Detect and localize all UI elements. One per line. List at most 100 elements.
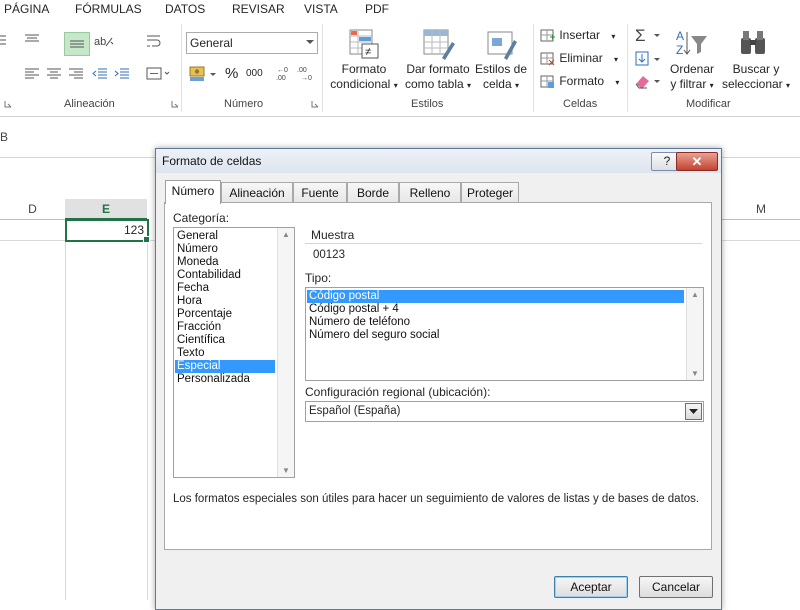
number-format-select[interactable]: General <box>186 32 318 54</box>
decrease-indent-icon[interactable] <box>92 68 108 80</box>
tab-borde[interactable]: Borde <box>347 182 399 203</box>
tab-relleno[interactable]: Relleno <box>399 182 461 203</box>
align-left-icon[interactable] <box>24 68 40 80</box>
type-label: Tipo: <box>305 271 332 285</box>
merge-center-icon[interactable] <box>146 66 170 82</box>
cell-e-active[interactable]: 123 <box>65 219 149 242</box>
cell-styles-button[interactable]: Estilos de celda ▾ <box>474 62 528 93</box>
fill-down-icon[interactable] <box>634 50 662 68</box>
find-select-line2-text: seleccionar <box>721 77 783 91</box>
sigma-icon[interactable]: Σ <box>634 26 662 44</box>
decrease-decimal-icon[interactable]: .00→0 <box>297 64 315 82</box>
insert-button[interactable]: Insertar ▾ <box>540 28 615 44</box>
tab-vista[interactable]: VISTA <box>304 2 338 16</box>
currency-dropdown-icon[interactable] <box>210 73 216 77</box>
tab-revisar[interactable]: REVISAR <box>232 2 285 16</box>
scroll-up-icon[interactable]: ▲ <box>282 230 290 239</box>
format-table-button[interactable]: Dar formato como tabla ▾ <box>402 62 474 93</box>
group-label-styles: Estilos <box>411 98 444 110</box>
category-item-selected[interactable]: Especial <box>175 360 275 373</box>
align-partial-icon[interactable] <box>0 32 8 48</box>
sort-filter-button[interactable]: Ordenar y filtrar ▾ <box>664 62 720 93</box>
category-item[interactable]: Número <box>177 243 218 256</box>
column-header-d[interactable]: D <box>0 199 66 220</box>
number-format-value: General <box>190 36 233 50</box>
dialog-titlebar[interactable]: Formato de celdas ? ✕ <box>156 149 721 173</box>
locale-select[interactable]: Español (España) <box>305 401 704 422</box>
conditional-format-button[interactable]: Formato condicional ▾ <box>326 62 402 93</box>
type-scrollbar[interactable]: ▲ ▼ <box>686 288 703 380</box>
column-header-m[interactable]: M <box>720 199 800 220</box>
category-item[interactable]: Científica <box>177 334 225 347</box>
align-middle-button[interactable] <box>64 32 90 56</box>
percent-button[interactable]: % <box>225 65 238 82</box>
wrap-text-icon[interactable] <box>146 34 162 50</box>
format-table-icon[interactable] <box>422 28 456 60</box>
locale-dropdown-button[interactable] <box>685 403 702 420</box>
alignment-launcher-icon[interactable] <box>171 100 179 108</box>
conditional-format-line1: Formato <box>341 62 387 76</box>
svg-text:ab: ab <box>94 36 106 48</box>
column-header-e[interactable]: E <box>65 199 147 220</box>
number-launcher-icon[interactable] <box>311 100 319 108</box>
eraser-icon[interactable] <box>634 72 662 90</box>
format-button[interactable]: Formato ▾ <box>540 74 619 90</box>
column-header-e-label: E <box>101 202 110 216</box>
scroll-up-icon[interactable]: ▲ <box>691 290 699 299</box>
category-label: Categoría: <box>173 211 230 225</box>
svg-text:→0: →0 <box>301 75 312 82</box>
thousands-button[interactable]: 000 <box>246 68 263 79</box>
sort-filter-line2: y filtrar ▾ <box>670 77 714 91</box>
ok-button[interactable]: Aceptar <box>554 576 628 598</box>
category-item[interactable]: Fracción <box>177 321 221 334</box>
orientation-icon[interactable]: ab <box>94 34 116 48</box>
category-item[interactable]: Hora <box>177 295 202 308</box>
align-center-icon[interactable] <box>46 68 62 80</box>
svg-text:Σ: Σ <box>635 26 646 44</box>
align-right-icon[interactable] <box>68 68 84 80</box>
category-item[interactable]: Porcentaje <box>177 308 232 321</box>
category-item[interactable]: General <box>177 230 218 243</box>
currency-icon[interactable] <box>189 65 209 83</box>
tab-alineacion[interactable]: Alineación <box>221 182 293 203</box>
delete-button[interactable]: Eliminar ▾ <box>540 51 618 67</box>
fill-handle[interactable] <box>143 236 150 243</box>
format-cells-icon <box>540 75 554 88</box>
tab-proteger[interactable]: Proteger <box>461 182 519 203</box>
tab-formulas[interactable]: FÓRMULAS <box>75 2 142 16</box>
category-item[interactable]: Contabilidad <box>177 269 241 282</box>
group-label-number: Número <box>224 98 264 110</box>
sort-az-icon[interactable]: AZ <box>675 28 709 60</box>
type-list[interactable]: Código postal Código postal + 4 Número d… <box>305 287 704 381</box>
tab-numero[interactable]: Número <box>165 180 221 204</box>
increase-decimal-icon[interactable]: ←0.00 <box>275 64 293 82</box>
category-scrollbar[interactable]: ▲ ▼ <box>277 228 294 477</box>
conditional-format-icon[interactable]: ≠ <box>348 28 380 60</box>
category-item[interactable]: Texto <box>177 347 205 360</box>
increase-indent-icon[interactable] <box>114 68 130 80</box>
cancel-button[interactable]: Cancelar <box>639 576 713 598</box>
tab-pagina[interactable]: PÁGINA <box>4 2 49 16</box>
type-item-selected[interactable]: Código postal <box>307 290 684 303</box>
type-item[interactable]: Número del seguro social <box>309 329 439 342</box>
category-item[interactable]: Personalizada <box>177 373 250 386</box>
find-select-button[interactable]: Buscar y seleccionar ▾ <box>716 62 796 93</box>
tab-pdf[interactable]: PDF <box>365 2 389 16</box>
format-table-line2: como tabla ▾ <box>404 77 472 91</box>
scroll-down-icon[interactable]: ▼ <box>691 369 699 378</box>
align-top-icon[interactable] <box>24 34 40 46</box>
cell-styles-icon[interactable] <box>486 28 520 60</box>
delete-cells-icon <box>540 52 555 66</box>
scroll-down-icon[interactable]: ▼ <box>282 466 290 475</box>
type-item[interactable]: Código postal + 4 <box>309 303 399 316</box>
category-item[interactable]: Moneda <box>177 256 219 269</box>
close-button[interactable]: ✕ <box>676 152 718 171</box>
type-item[interactable]: Número de teléfono <box>309 316 410 329</box>
tab-fuente[interactable]: Fuente <box>293 182 347 203</box>
binoculars-icon[interactable] <box>738 28 770 58</box>
category-list[interactable]: General Número Moneda Contabilidad Fecha… <box>173 227 295 478</box>
category-item[interactable]: Fecha <box>177 282 209 295</box>
dialog-launcher-icon[interactable] <box>4 100 12 108</box>
svg-text:≠: ≠ <box>365 46 371 58</box>
tab-datos[interactable]: DATOS <box>165 2 205 16</box>
